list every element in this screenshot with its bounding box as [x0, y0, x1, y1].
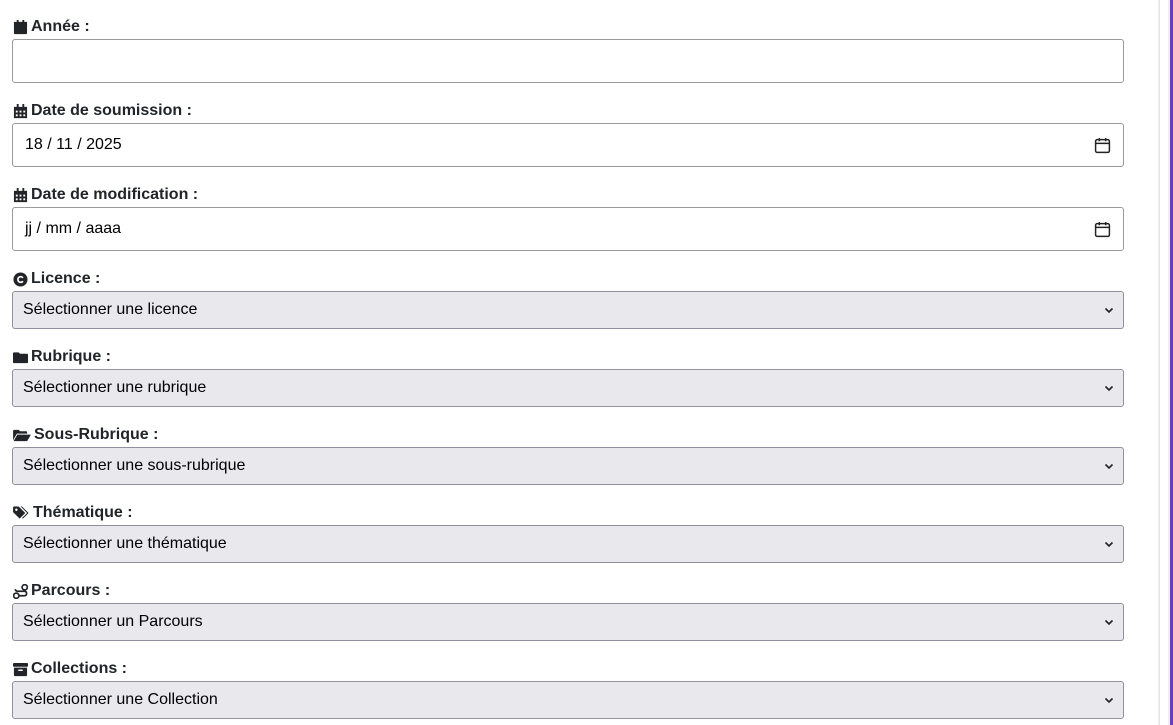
thematique-select[interactable]: Sélectionner une thématique	[12, 525, 1124, 563]
thematique-selected: Sélectionner une thématique	[23, 535, 227, 552]
annee-label: Année :	[31, 18, 90, 35]
date-soumission-value: 18 / 11 / 2025	[25, 136, 122, 153]
sous-rubrique-selected: Sélectionner une sous-rubrique	[23, 457, 246, 474]
tags-icon	[12, 505, 30, 521]
parcours-select[interactable]: Sélectionner un Parcours	[12, 603, 1124, 641]
field-licence: Licence : Sélectionner une licence	[12, 268, 1124, 329]
date-modification-day[interactable]: jj	[25, 220, 32, 237]
field-annee: Année :	[12, 16, 1124, 83]
chevron-down-icon	[1104, 305, 1114, 315]
rubrique-select[interactable]: Sélectionner une rubrique	[12, 369, 1124, 407]
date-picker-icon[interactable]	[1094, 137, 1111, 154]
chevron-down-icon	[1104, 539, 1114, 549]
licence-label-row: Licence :	[12, 268, 1124, 290]
parcours-label: Parcours :	[31, 582, 111, 599]
licence-select[interactable]: Sélectionner une licence	[12, 291, 1124, 329]
date-soumission-month[interactable]: 11	[56, 136, 73, 153]
chevron-down-icon	[1104, 383, 1114, 393]
date-soumission-label: Date de soumission :	[31, 102, 192, 119]
scrollbar-thumb[interactable]	[1159, 0, 1168, 725]
chevron-down-icon	[1104, 695, 1114, 705]
folder-icon	[12, 349, 28, 365]
collections-label-row: Collections :	[12, 658, 1124, 680]
rubrique-label-row: Rubrique :	[12, 346, 1124, 368]
chevron-down-icon	[1104, 461, 1114, 471]
rubrique-selected: Sélectionner une rubrique	[23, 379, 207, 396]
folder-open-icon	[12, 427, 31, 443]
thematique-label: Thématique :	[33, 504, 133, 521]
date-modification-value: jj / mm / aaaa	[25, 220, 122, 237]
parcours-label-row: Parcours :	[12, 580, 1124, 602]
date-soumission-input[interactable]: 18 / 11 / 2025	[12, 123, 1124, 167]
date-modification-input[interactable]: jj / mm / aaaa	[12, 207, 1124, 251]
calendar-icon	[12, 19, 28, 35]
chevron-down-icon	[1104, 617, 1114, 627]
field-date-soumission: Date de soumission : 18 / 11 / 2025	[12, 100, 1124, 167]
date-modification-label-row: Date de modification :	[12, 184, 1124, 206]
licence-selected: Sélectionner une licence	[23, 301, 198, 318]
field-rubrique: Rubrique : Sélectionner une rubrique	[12, 346, 1124, 407]
date-modification-year[interactable]: aaaa	[85, 220, 121, 237]
route-icon	[12, 583, 28, 599]
parcours-selected: Sélectionner un Parcours	[23, 613, 203, 630]
rubrique-label: Rubrique :	[31, 348, 111, 365]
date-picker-icon[interactable]	[1094, 221, 1111, 238]
field-collections: Collections : Sélectionner une Collectio…	[12, 658, 1124, 719]
copyright-icon	[12, 271, 28, 287]
thematique-label-row: Thématique :	[12, 502, 1124, 524]
field-thematique: Thématique : Sélectionner une thématique	[12, 502, 1124, 563]
annee-input[interactable]	[12, 39, 1124, 83]
sous-rubrique-label-row: Sous-Rubrique :	[12, 424, 1124, 446]
collections-label: Collections :	[31, 660, 128, 677]
field-sous-rubrique: Sous-Rubrique : Sélectionner une sous-ru…	[12, 424, 1124, 485]
sous-rubrique-label: Sous-Rubrique :	[34, 426, 159, 443]
field-parcours: Parcours : Sélectionner un Parcours	[12, 580, 1124, 641]
calendar-days-icon	[12, 103, 28, 119]
sous-rubrique-select[interactable]: Sélectionner une sous-rubrique	[12, 447, 1124, 485]
date-soumission-year[interactable]: 2025	[86, 136, 122, 153]
metadata-form: Année : Date de soumission : 18 / 11 / 2…	[12, 16, 1124, 719]
archive-icon	[12, 661, 28, 677]
date-soumission-label-row: Date de soumission :	[12, 100, 1124, 122]
date-soumission-day[interactable]: 18	[25, 136, 43, 153]
date-modification-month[interactable]: mm	[45, 220, 72, 237]
collections-select[interactable]: Sélectionner une Collection	[12, 681, 1124, 719]
field-date-modification: Date de modification : jj / mm / aaaa	[12, 184, 1124, 251]
form-page: Année : Date de soumission : 18 / 11 / 2…	[0, 0, 1173, 725]
collections-selected: Sélectionner une Collection	[23, 691, 218, 708]
calendar-days-icon	[12, 187, 28, 203]
annee-label-row: Année :	[12, 16, 1124, 38]
licence-label: Licence :	[31, 270, 101, 287]
date-modification-label: Date de modification :	[31, 186, 199, 203]
